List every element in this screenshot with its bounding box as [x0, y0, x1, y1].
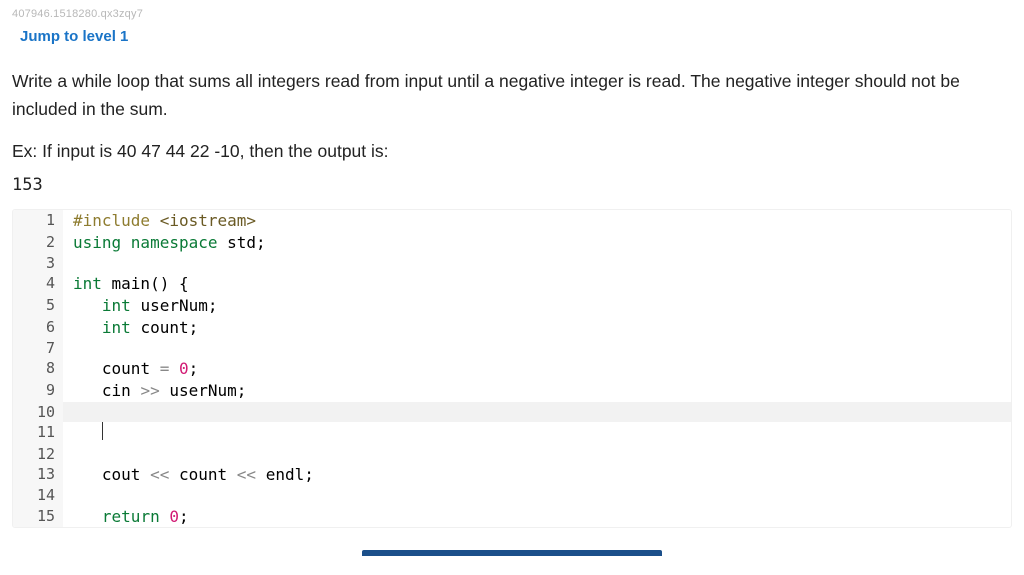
sku-label: 407946.1518280.qx3zqy7 [12, 8, 1012, 20]
code-line: 3 [13, 253, 1011, 273]
line-number: 4 [13, 273, 63, 295]
line-number: 8 [13, 358, 63, 380]
code-text[interactable] [63, 402, 1011, 422]
code-line: 11 [13, 422, 1011, 444]
line-number: 2 [13, 232, 63, 254]
line-number: 14 [13, 485, 63, 505]
code-text[interactable]: cout << count << endl; [63, 464, 1011, 486]
exercise-page: 407946.1518280.qx3zqy7 Jump to level 1 W… [0, 0, 1024, 556]
code-line: 8 count = 0; [13, 358, 1011, 380]
code-text[interactable] [63, 444, 1011, 464]
line-number: 3 [13, 253, 63, 273]
code-line: 6 int count; [13, 317, 1011, 339]
code-line: 9 cin >> userNum; [13, 380, 1011, 402]
line-number: 7 [13, 338, 63, 358]
code-line: 7 [13, 338, 1011, 358]
code-editor[interactable]: 1 #include <iostream> 2 using namespace … [12, 209, 1012, 528]
example-line: Ex: If input is 40 47 44 22 -10, then th… [12, 137, 1012, 165]
code-line: 15 return 0; [13, 506, 1011, 528]
line-number: 13 [13, 464, 63, 486]
line-number: 6 [13, 317, 63, 339]
example-input: 40 47 44 22 -10 [117, 141, 240, 161]
bottom-accent-bar [362, 550, 662, 556]
code-line: 14 [13, 485, 1011, 505]
line-number: 11 [13, 422, 63, 444]
code-text[interactable] [63, 253, 1011, 273]
cursor-caret [102, 422, 103, 440]
code-text[interactable]: int userNum; [63, 295, 1011, 317]
code-line: 12 [13, 444, 1011, 464]
code-text[interactable] [63, 485, 1011, 505]
line-number: 10 [13, 402, 63, 422]
line-number: 1 [13, 210, 63, 232]
code-text[interactable]: int count; [63, 317, 1011, 339]
line-number: 5 [13, 295, 63, 317]
code-text[interactable]: count = 0; [63, 358, 1011, 380]
code-line: 10 [13, 402, 1011, 422]
example-output: 153 [12, 175, 1012, 195]
example-prefix: Ex: If input is [12, 141, 117, 161]
code-text[interactable]: #include <iostream> [63, 210, 1011, 232]
problem-statement: Write a while loop that sums all integer… [12, 67, 1012, 123]
code-line: 4 int main() { [13, 273, 1011, 295]
example-suffix: , then the output is: [240, 141, 389, 161]
code-text[interactable]: using namespace std; [63, 232, 1011, 254]
code-line: 1 #include <iostream> [13, 210, 1011, 232]
code-line: 13 cout << count << endl; [13, 464, 1011, 486]
line-number: 12 [13, 444, 63, 464]
jump-to-level-link[interactable]: Jump to level 1 [20, 28, 128, 45]
code-line: 2 using namespace std; [13, 232, 1011, 254]
code-text[interactable]: return 0; [63, 506, 1011, 528]
code-line: 5 int userNum; [13, 295, 1011, 317]
code-text[interactable]: cin >> userNum; [63, 380, 1011, 402]
line-number: 9 [13, 380, 63, 402]
code-text[interactable] [63, 338, 1011, 358]
line-number: 15 [13, 506, 63, 528]
code-text[interactable] [63, 422, 1011, 444]
code-text[interactable]: int main() { [63, 273, 1011, 295]
